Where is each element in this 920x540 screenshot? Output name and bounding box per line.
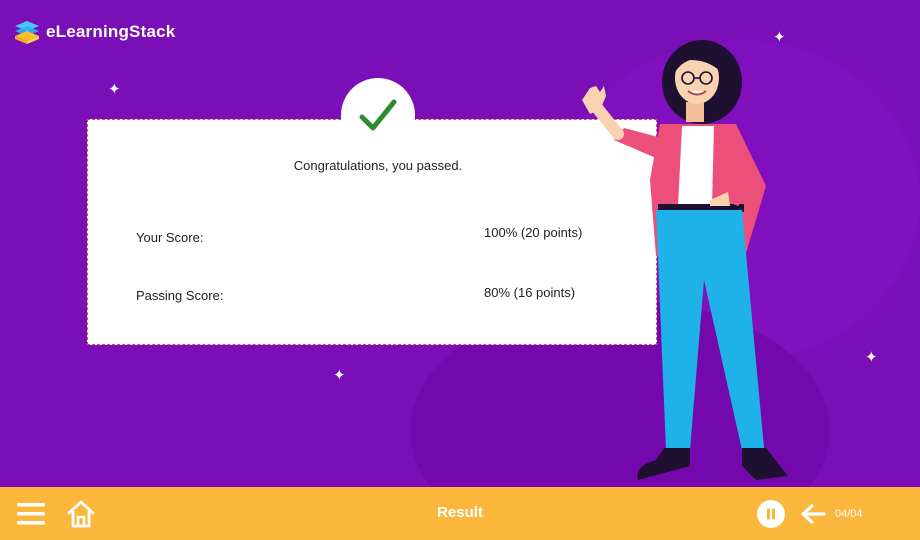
brand-logo: eLearningStack bbox=[12, 18, 175, 46]
sparkle-icon: ✦ bbox=[333, 367, 346, 384]
pause-button[interactable] bbox=[757, 500, 785, 528]
page-indicator: 04/04 bbox=[835, 508, 863, 520]
hamburger-menu-icon[interactable] bbox=[17, 502, 45, 526]
sparkle-icon: ✦ bbox=[865, 349, 878, 366]
pause-icon bbox=[767, 508, 775, 520]
success-badge bbox=[341, 78, 415, 152]
your-score-label: Your Score: bbox=[136, 230, 204, 245]
arrow-left-icon[interactable] bbox=[800, 503, 826, 525]
player-controls-bar: Result 04/04 bbox=[0, 487, 920, 540]
presenter-character-illustration bbox=[582, 40, 788, 480]
home-icon[interactable] bbox=[66, 499, 96, 529]
brand-name: eLearningStack bbox=[46, 22, 176, 41]
check-icon bbox=[359, 99, 397, 131]
sparkle-icon: ✦ bbox=[108, 81, 121, 98]
logo-mark-icon bbox=[15, 21, 39, 44]
passing-score-label: Passing Score: bbox=[136, 288, 224, 303]
